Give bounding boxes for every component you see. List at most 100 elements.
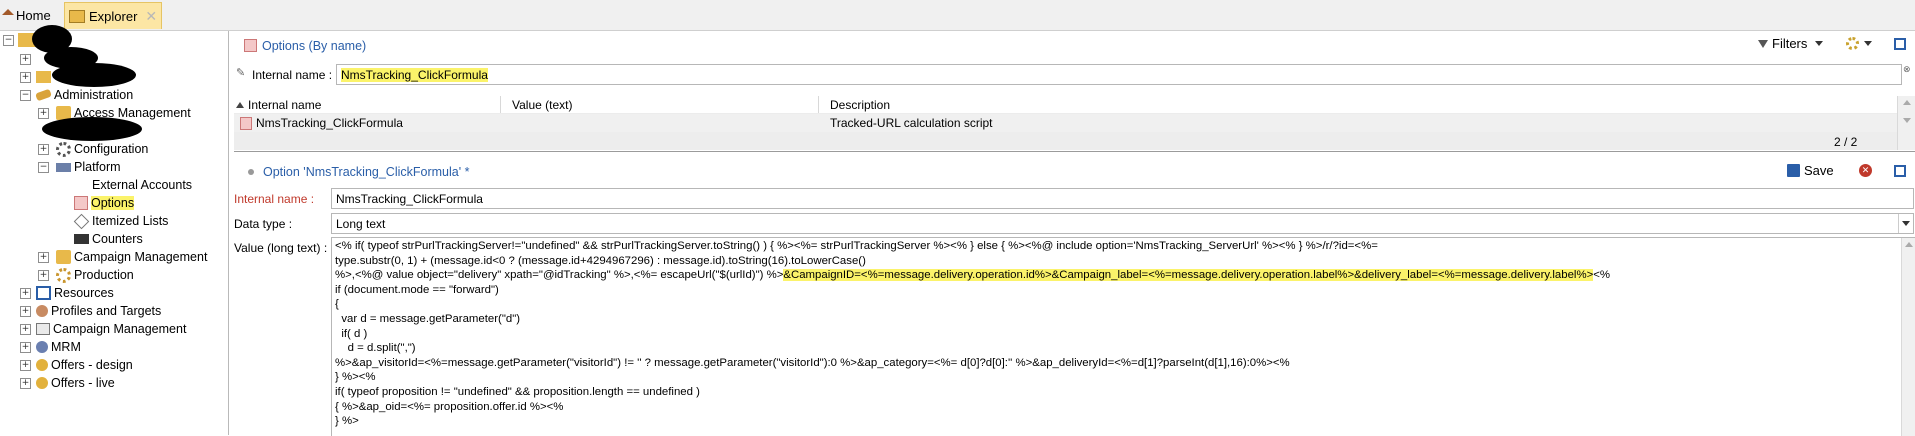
tree-item-campaign-management-root[interactable]: Campaign Management [36,320,186,338]
column-divider [500,96,501,113]
value-scrollbar[interactable] [1901,238,1915,436]
expander[interactable]: + [38,108,49,119]
tree-item-resources[interactable]: Resources [36,284,114,302]
maximize-icon[interactable] [1894,38,1906,50]
save-button[interactable]: Save [1787,163,1834,178]
tree-item-label: Campaign Management [53,322,187,336]
detail-panel-title: Option 'NmsTracking_ClickFormula' * [263,165,470,179]
column-internal-name[interactable]: Internal name [236,98,321,112]
clear-filter-icon[interactable]: ⊗ [1903,64,1911,75]
panel-splitter[interactable] [234,151,1915,152]
column-value-text[interactable]: Value (text) [512,98,572,112]
chevron-down-icon[interactable] [1898,214,1913,233]
code-line: if( typeof proposition != "undefined" &&… [335,385,700,398]
folder-icon [36,71,51,83]
options-icon [74,196,88,210]
expander[interactable]: + [20,360,31,371]
mrm-icon [36,341,48,353]
tree-item-label: Offers - design [51,358,133,372]
options-list-icon [244,39,257,52]
tree-item-label: Itemized Lists [92,214,169,228]
tree-item-label: Administration [54,88,134,102]
scroll-up-icon[interactable] [1905,242,1913,247]
table-row[interactable]: NmsTracking_ClickFormula Tracked-URL cal… [234,114,1897,132]
highlighted-code-segment: &CampaignID=<%=message.delivery.operatio… [783,269,1594,282]
tab-explorer[interactable]: Explorer ✕ [64,2,162,29]
tree-item-mrm[interactable]: MRM [36,338,81,356]
filter-icon [1758,39,1768,48]
folder-icon [56,250,71,264]
tree-item-offers-live[interactable]: Offers - live [36,374,115,392]
column-description[interactable]: Description [830,98,890,112]
close-tab-icon[interactable]: ✕ [145,8,157,25]
tree-item-campaign-management[interactable]: Campaign Management [56,248,207,266]
tree-item-label: Offers - live [51,376,115,390]
internal-name-input[interactable]: NmsTracking_ClickFormula [331,188,1914,209]
column-label: Description [830,98,891,112]
tree-item-itemized-lists[interactable]: Itemized Lists [73,212,169,230]
platform-icon [56,162,71,172]
data-type-select[interactable]: Long text [331,213,1914,234]
cancel-icon[interactable]: ✕ [1859,164,1872,177]
list-footer: 2 / 2 [234,132,1897,150]
code-line: } %><% [335,371,376,384]
tree-item-options[interactable]: Options [74,194,135,212]
tree-item-offers-design[interactable]: Offers - design [36,356,133,374]
filter-input[interactable]: NmsTracking_ClickFormula [336,64,1902,85]
home-icon [2,9,14,15]
filter-row: ✎ Internal name : NmsTracking_ClickFormu… [234,64,1915,86]
expander[interactable]: + [20,306,31,317]
tree-item-label: Resources [54,286,114,300]
tree-item-label: Options [91,196,135,210]
expander[interactable]: + [20,378,31,389]
expander[interactable]: + [38,270,49,281]
list-panel-header: Options (By name) Filters [234,33,1915,57]
data-type-value: Long text [336,216,386,231]
code-line: } %> [335,415,359,428]
code-line: if (document.mode == "forward") [335,283,499,296]
actions-menu-button[interactable] [1846,37,1872,50]
expander[interactable]: + [20,342,31,353]
tree-item-counters[interactable]: Counters [74,230,143,248]
expander[interactable]: − [20,90,31,101]
scroll-up-icon[interactable] [1903,100,1911,105]
chevron-down-icon [1815,41,1824,46]
tab-bar: Home Explorer ✕ [0,0,1915,31]
tree-item-label: Platform [74,160,121,174]
expander[interactable]: − [3,35,14,46]
expander[interactable]: + [20,54,31,65]
tree-item-production[interactable]: Production [56,266,134,284]
expander[interactable]: + [20,324,31,335]
tree-item-configuration[interactable]: Configuration [56,140,148,158]
tree-item-platform[interactable]: Platform [56,158,121,176]
tree-item-profiles-and-targets[interactable]: Profiles and Targets [36,302,161,320]
gear-plus-icon [1846,37,1859,50]
scroll-down-icon[interactable] [1903,118,1911,123]
expander[interactable]: + [20,72,31,83]
column-label: Internal name [248,98,322,112]
itemized-lists-icon [73,213,90,229]
tree-item-label: Campaign Management [74,250,208,264]
filters-button[interactable]: Filters [1758,36,1824,51]
tree-item-label: Profiles and Targets [51,304,162,318]
sort-asc-icon [236,102,244,108]
value-textarea[interactable]: <% if( typeof strPurlTrackingServer!="un… [331,237,1915,436]
expander[interactable]: + [38,144,49,155]
expander[interactable]: + [20,288,31,299]
tree-item-administration[interactable]: Administration [35,86,134,104]
save-icon [1787,164,1800,177]
tree-item-external-accounts[interactable]: External Accounts [74,176,192,194]
cell-internal-name: NmsTracking_ClickFormula [256,116,403,130]
tab-home-label: Home [16,7,51,23]
maximize-detail-icon[interactable] [1894,165,1906,177]
list-scrollbar[interactable] [1897,96,1915,150]
expander[interactable]: − [38,162,49,173]
filter-input-value: NmsTracking_ClickFormula [341,67,488,82]
explorer-icon [69,9,85,23]
tab-home[interactable]: Home [2,2,56,28]
expander[interactable]: + [38,252,49,263]
column-label: Value (text) [512,98,573,112]
tree-item-label: External Accounts [92,178,193,192]
administration-icon [35,88,52,102]
code-line: %>,<%@ value object="delivery" xpath="@i… [335,268,1610,283]
